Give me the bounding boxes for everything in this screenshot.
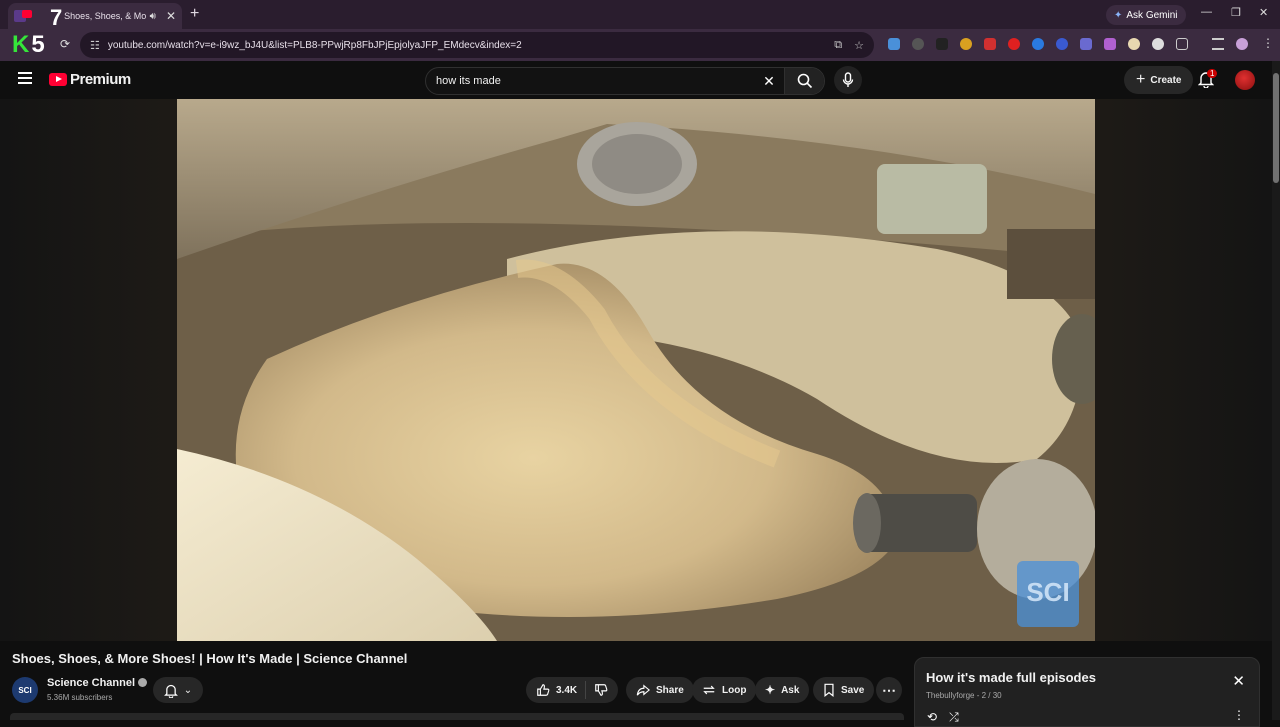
bookmark-icon — [824, 683, 834, 697]
scrollbar-thumb[interactable] — [1273, 73, 1279, 183]
ask-button[interactable]: ✦ Ask — [755, 677, 810, 703]
like-dislike-group: 3.4K — [526, 677, 619, 703]
browser-tab-active[interactable]: 7 Shoes, Shoes, & More S 🔊︎ ✕ — [8, 3, 182, 29]
channel-name[interactable]: Science Channel — [47, 677, 135, 689]
youtube-masthead: Premium how its made ✕ + Create 1 — [0, 61, 1280, 99]
ask-gemini-label: Ask Gemini — [1126, 9, 1178, 21]
search-box: how its made ✕ — [425, 67, 825, 95]
browser-menu-icon[interactable]: ⋮ — [1262, 36, 1274, 50]
extensions-puzzle-icon[interactable] — [1176, 38, 1188, 50]
subscription-notifications-button[interactable]: ⌄ — [153, 677, 203, 703]
restore-window-icon[interactable]: ❐ — [1231, 6, 1241, 19]
channel-name-row[interactable]: Science Channel — [47, 677, 148, 689]
install-app-icon[interactable]: ⧉ — [834, 39, 842, 52]
browser-tab-strip: 7 Shoes, Shoes, & More S 🔊︎ ✕ + ✦ Ask Ge… — [0, 0, 1280, 29]
extension-5-icon[interactable] — [984, 38, 996, 50]
extension-8-icon[interactable] — [1056, 38, 1068, 50]
profile-avatar-icon[interactable] — [1236, 38, 1248, 50]
video-frame[interactable]: SCI — [177, 99, 1095, 641]
search-input[interactable]: how its made — [426, 75, 754, 87]
clear-search-icon[interactable]: ✕ — [754, 73, 784, 90]
profile-logo: K5 — [12, 31, 45, 59]
playlist-controls: ⟲ ⤮ — [927, 710, 959, 725]
logo-number: 5 — [31, 31, 45, 58]
extension-12-icon[interactable] — [1152, 38, 1164, 50]
share-arrow-icon — [636, 684, 650, 696]
plus-icon: + — [1136, 71, 1146, 88]
create-label: Create — [1150, 74, 1182, 86]
address-bar[interactable]: ☷ youtube.com/watch?v=e-i9wz_bJ4U&list=P… — [80, 32, 874, 58]
tab-title: Shoes, Shoes, & More S — [64, 11, 146, 21]
save-label: Save — [841, 684, 865, 696]
reload-icon[interactable]: ⟳ — [60, 37, 70, 51]
share-label: Share — [656, 684, 684, 696]
extension-3-icon[interactable] — [936, 38, 948, 50]
page-scrollbar[interactable] — [1272, 61, 1280, 720]
verified-badge-icon — [138, 678, 148, 687]
video-frame-image: SCI — [177, 99, 1095, 641]
browser-toolbar: K5 ⟳ ☷ youtube.com/watch?v=e-i9wz_bJ4U&l… — [0, 29, 1280, 61]
loop-button[interactable]: Loop — [692, 677, 757, 703]
video-title: Shoes, Shoes, & More Shoes! | How It's M… — [12, 651, 408, 666]
subscriber-count: 5.36M subscribers — [47, 693, 113, 702]
sparkle-icon: ✦ — [765, 683, 776, 697]
dislike-thumb-down-icon[interactable] — [594, 683, 608, 697]
channel-avatar[interactable]: SCI — [12, 677, 38, 703]
minimize-window-icon[interactable]: — — [1201, 6, 1212, 18]
account-avatar[interactable] — [1235, 70, 1255, 90]
extension-11-icon[interactable] — [1128, 38, 1140, 50]
extension-10-icon[interactable] — [1104, 38, 1116, 50]
logo-label: Premium — [70, 71, 131, 88]
like-count[interactable]: 3.4K — [556, 685, 577, 696]
extension-1-icon[interactable] — [888, 38, 900, 50]
save-button[interactable]: Save — [813, 677, 875, 703]
loop-label: Loop — [722, 684, 747, 696]
like-thumb-up-icon[interactable] — [536, 683, 550, 697]
notification-count-badge: 1 — [1207, 69, 1218, 78]
extension-7-icon[interactable] — [1032, 38, 1044, 50]
microphone-icon — [842, 72, 854, 87]
playlist-shuffle-icon[interactable]: ⤮ — [949, 710, 959, 725]
tab-close-icon[interactable]: ✕ — [166, 9, 176, 23]
close-window-icon[interactable]: ✕ — [1259, 6, 1268, 19]
new-tab-button[interactable]: + — [190, 6, 199, 22]
url-text[interactable]: youtube.com/watch?v=e-i9wz_bJ4U&list=PLB… — [108, 40, 822, 51]
site-info-icon[interactable]: ☷ — [90, 39, 100, 52]
search-button[interactable] — [784, 68, 824, 94]
share-button[interactable]: Share — [626, 677, 694, 703]
gemini-sparkle-icon: ✦ — [1114, 9, 1123, 21]
ask-label: Ask — [781, 684, 800, 696]
tab-badge: 7 — [50, 5, 63, 30]
extension-9-icon[interactable] — [1080, 38, 1092, 50]
loop-repeat-icon — [703, 685, 715, 695]
playlist-panel: How it's made full episodes Thebullyforg… — [914, 657, 1260, 727]
playlist-title[interactable]: How it's made full episodes — [926, 670, 1096, 685]
channel-watermark: SCI — [1026, 577, 1069, 607]
extension-4-icon[interactable] — [960, 38, 972, 50]
ask-gemini-button[interactable]: ✦ Ask Gemini — [1106, 5, 1186, 25]
extension-2-icon[interactable] — [912, 38, 924, 50]
youtube-logo[interactable]: Premium — [49, 71, 131, 88]
playlist-loop-icon[interactable]: ⟲ — [927, 710, 937, 725]
chevron-down-icon: ⌄ — [183, 684, 193, 696]
menu-hamburger-icon[interactable] — [18, 72, 32, 87]
tab-favicon-icon — [14, 8, 32, 24]
search-icon — [797, 73, 812, 89]
voice-search-button[interactable] — [834, 66, 862, 94]
logo-k: K — [12, 31, 30, 58]
subscribed-bell-icon — [163, 684, 178, 698]
create-button[interactable]: + Create — [1124, 66, 1194, 94]
extension-6-icon[interactable] — [1008, 38, 1020, 50]
close-playlist-icon[interactable]: ✕ — [1232, 672, 1245, 690]
description-box-edge[interactable] — [10, 713, 904, 720]
more-actions-button[interactable]: ⋯ — [876, 677, 902, 703]
playlist-owner-position: Thebullyforge - 2 / 30 — [926, 691, 1002, 700]
reading-list-icon[interactable] — [1212, 38, 1224, 50]
video-player[interactable]: SCI — [0, 99, 1272, 641]
bookmark-star-icon[interactable]: ☆ — [854, 39, 864, 52]
tab-audio-icon[interactable]: 🔊︎ — [150, 11, 156, 22]
youtube-play-icon — [49, 73, 67, 86]
